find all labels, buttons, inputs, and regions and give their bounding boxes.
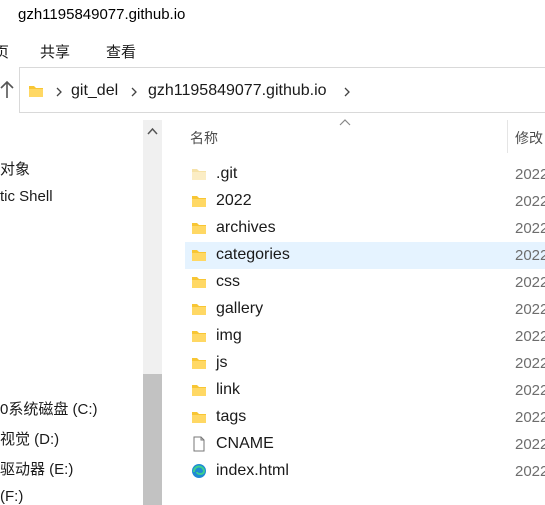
window-title: gzh1195849077.github.io	[18, 6, 186, 23]
up-arrow-icon[interactable]	[0, 78, 14, 102]
folder-faded-icon	[192, 169, 206, 180]
folder-icon	[192, 385, 206, 396]
scroll-thumb[interactable]	[143, 374, 162, 505]
folder-icon	[192, 331, 206, 342]
nav-item-drive-f[interactable]: (F:)	[0, 488, 23, 505]
folder-icon	[192, 277, 206, 288]
ribbon-tab-share[interactable]: 共享	[40, 41, 70, 62]
file-modified-date: 2022	[515, 193, 545, 210]
nav-item-drive-e[interactable]: 驱动器 (E:)	[0, 458, 73, 479]
folder-icon	[192, 412, 206, 423]
file-row[interactable]: CNAME 2022	[185, 431, 545, 458]
file-modified-date: 2022	[515, 355, 545, 372]
file-modified-date: 2022	[515, 463, 545, 480]
edge-html-icon	[192, 464, 206, 478]
file-modified-date: 2022	[515, 220, 545, 237]
file-row[interactable]: .git 2022	[185, 161, 545, 188]
file-row[interactable]: categories 2022	[185, 242, 545, 269]
file-modified-date: 2022	[515, 301, 545, 318]
file-modified-date: 2022	[515, 166, 545, 183]
ribbon-tab-view[interactable]: 查看	[106, 41, 136, 62]
file-name: categories	[216, 246, 290, 263]
file-name: index.html	[216, 462, 289, 479]
file-row[interactable]: link 2022	[185, 377, 545, 404]
chevron-right-icon[interactable]	[53, 82, 65, 102]
file-modified-date: 2022	[515, 274, 545, 291]
file-modified-date: 2022	[515, 382, 545, 399]
file-name: css	[216, 273, 240, 290]
file-row[interactable]: archives 2022	[185, 215, 545, 242]
chevron-right-icon[interactable]	[341, 82, 353, 102]
folder-icon	[192, 358, 206, 369]
file-row[interactable]: index.html 2022	[185, 458, 545, 485]
folder-icon	[192, 223, 206, 234]
nav-item-shell[interactable]: tic Shell	[0, 188, 53, 205]
scroll-up-icon[interactable]	[143, 122, 162, 142]
file-modified-date: 2022	[515, 409, 545, 426]
file-name: tags	[216, 408, 247, 425]
file-name: archives	[216, 219, 276, 236]
breadcrumb-git-del[interactable]: git_del	[71, 82, 118, 100]
file-name: link	[216, 381, 241, 398]
file-name: 2022	[216, 192, 252, 209]
folder-icon	[192, 304, 206, 315]
file-name: img	[216, 327, 242, 344]
file-row[interactable]: img 2022	[185, 323, 545, 350]
file-modified-date: 2022	[515, 247, 545, 264]
ribbon-tab-home[interactable]: 页	[0, 41, 9, 62]
chevron-right-icon[interactable]	[128, 82, 140, 102]
nav-item-drive-d[interactable]: 视觉 (D:)	[0, 428, 59, 449]
breadcrumb-repo[interactable]: gzh1195849077.github.io	[148, 82, 327, 100]
file-row[interactable]: js 2022	[185, 350, 545, 377]
folder-icon	[192, 196, 206, 207]
column-header-modified[interactable]: 修改	[515, 128, 543, 148]
file-name: .git	[216, 165, 238, 182]
file-row[interactable]: tags 2022	[185, 404, 545, 431]
file-row[interactable]: 2022 2022	[185, 188, 545, 215]
column-divider[interactable]	[507, 120, 508, 153]
column-header-name[interactable]: 名称	[190, 128, 218, 148]
folder-icon	[29, 86, 43, 97]
file-name: gallery	[216, 300, 264, 317]
file-row[interactable]: css 2022	[185, 269, 545, 296]
file-row[interactable]: gallery 2022	[185, 296, 545, 323]
file-icon	[193, 436, 205, 452]
sort-ascending-icon	[339, 119, 351, 126]
file-name: js	[216, 354, 228, 371]
nav-item-drive-c[interactable]: 0系统磁盘 (C:)	[0, 398, 98, 419]
nav-item-objects[interactable]: 对象	[0, 158, 30, 179]
folder-icon	[192, 250, 206, 261]
file-name: CNAME	[216, 435, 274, 452]
file-modified-date: 2022	[515, 436, 545, 453]
file-modified-date: 2022	[515, 328, 545, 345]
